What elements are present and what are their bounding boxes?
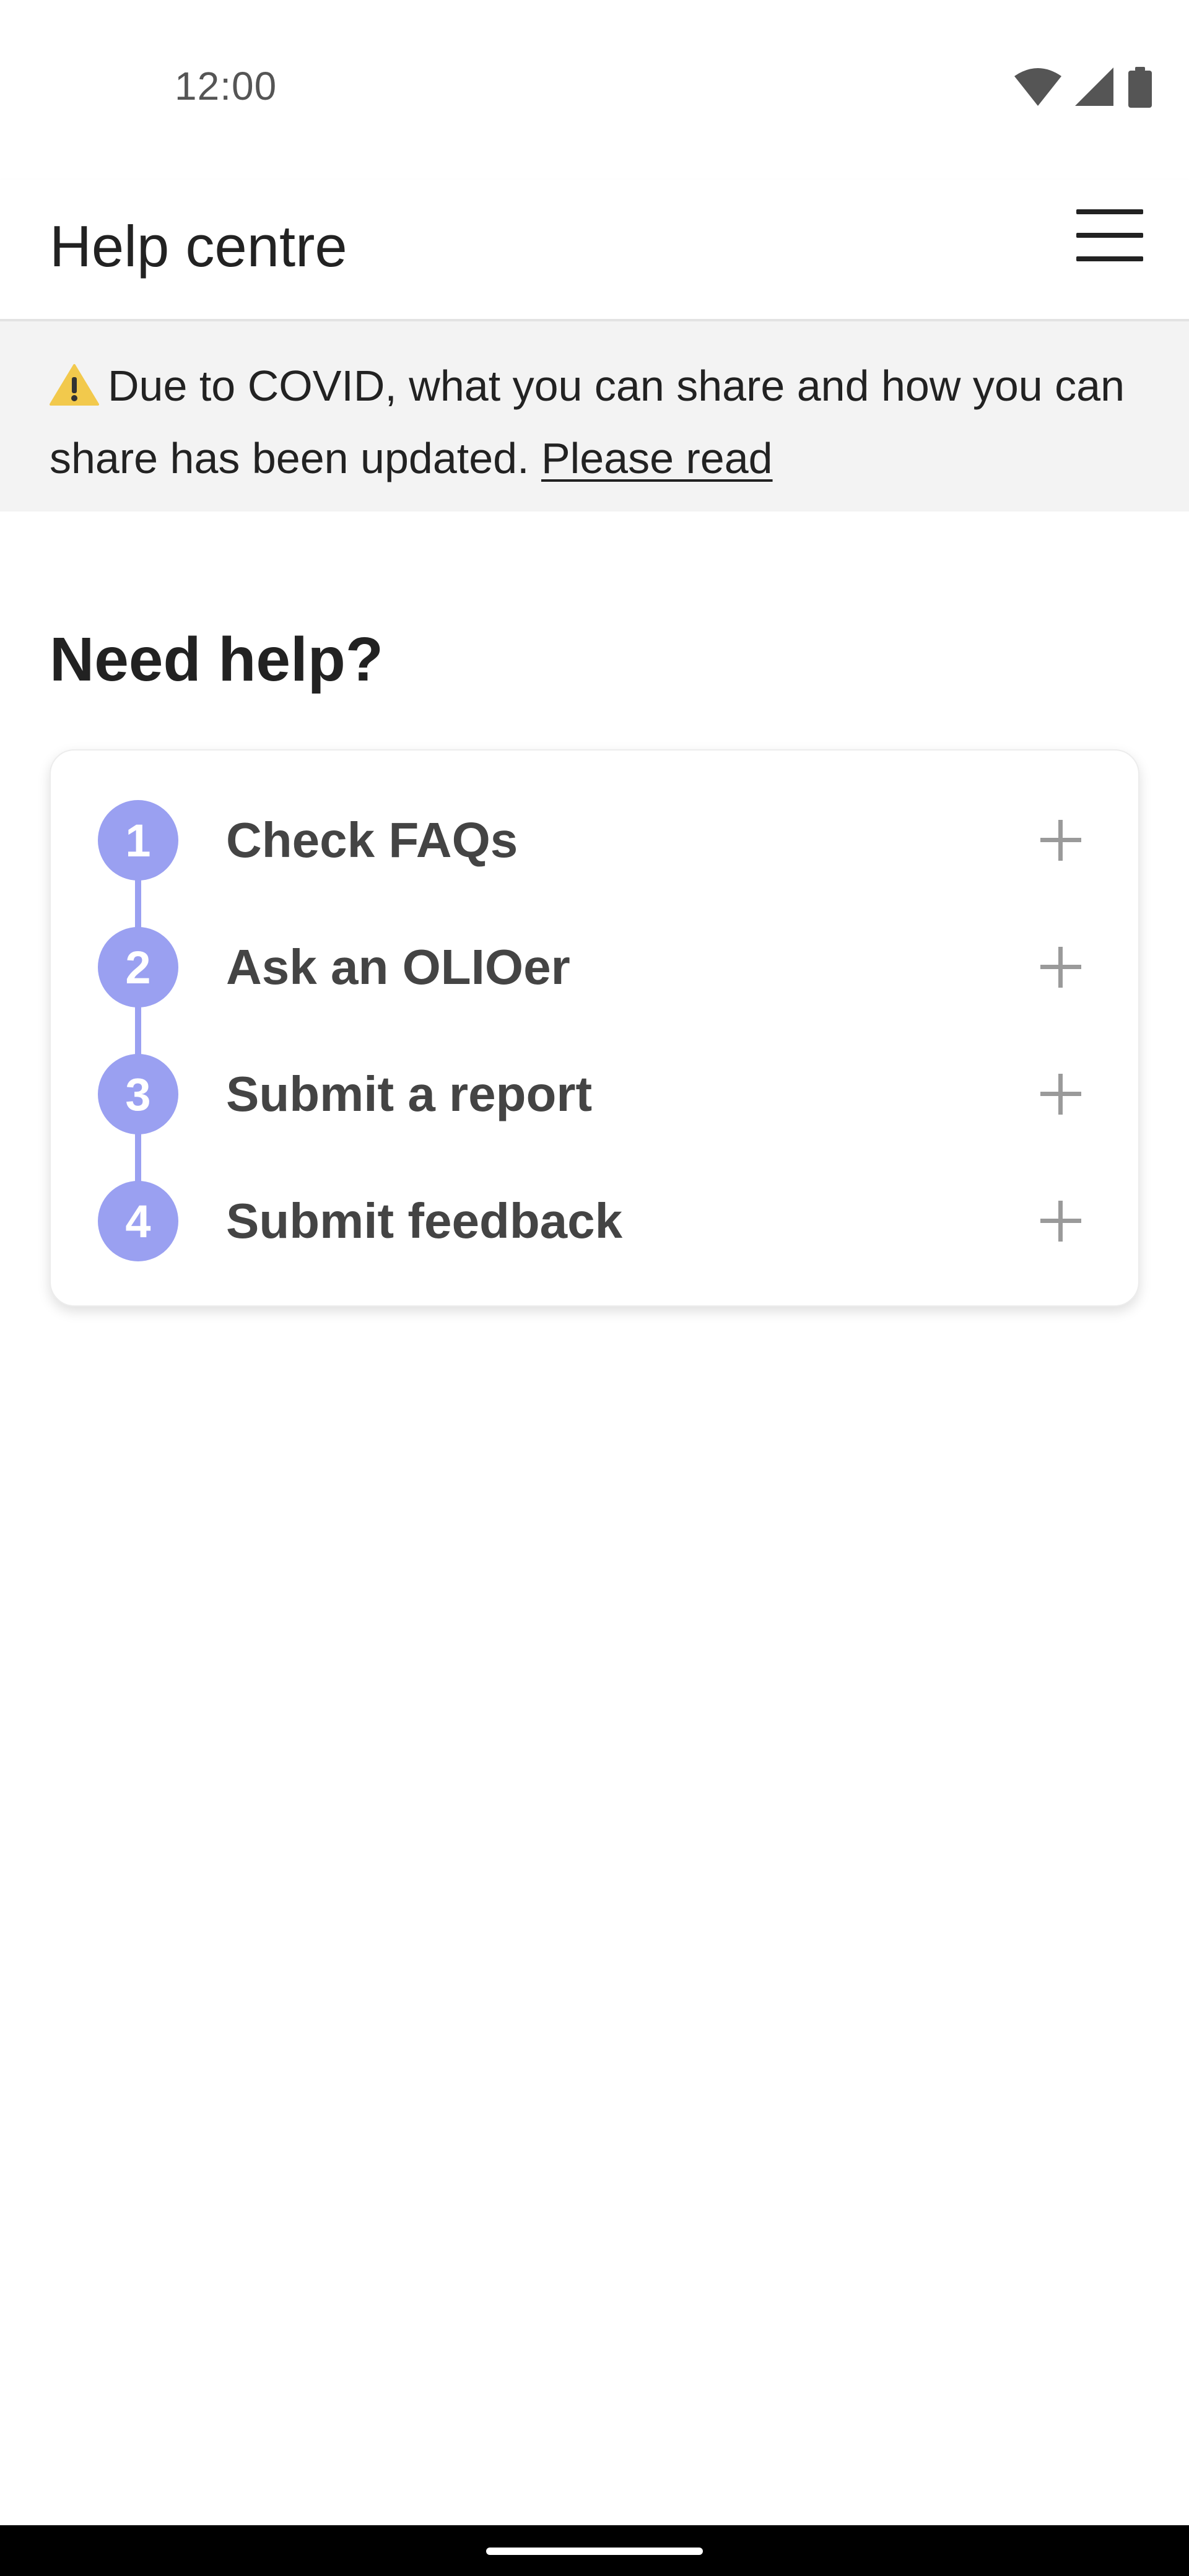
step-number-badge: 2 — [98, 927, 178, 1007]
plus-icon[interactable] — [1040, 1201, 1081, 1242]
step-label: Submit a report — [226, 1066, 593, 1121]
hamburger-menu-icon[interactable] — [1076, 204, 1144, 266]
step-label: Check FAQs — [226, 812, 518, 868]
app-bar: Help centre — [0, 180, 1189, 321]
step-row-check-faqs[interactable]: 1 Check FAQs — [51, 785, 1141, 896]
plus-icon[interactable] — [1040, 947, 1081, 988]
plus-icon[interactable] — [1040, 1074, 1081, 1115]
section-title: Need help? — [50, 625, 383, 694]
status-bar: 12:00 — [0, 0, 1189, 180]
menu-bar-middle — [1076, 233, 1143, 238]
step-row-ask-an-olioer[interactable]: 2 Ask an OLIOer — [51, 912, 1141, 1023]
covid-banner: Due to COVID, what you can share and how… — [0, 321, 1189, 511]
step-label: Ask an OLIOer — [226, 939, 570, 994]
page-title: Help centre — [50, 214, 347, 279]
battery-icon — [1128, 67, 1152, 108]
step-number-badge: 1 — [98, 800, 178, 881]
step-row-submit-a-report[interactable]: 3 Submit a report — [51, 1038, 1141, 1150]
wifi-icon — [1014, 67, 1061, 107]
status-time: 12:00 — [175, 64, 277, 108]
step-label: Submit feedback — [226, 1193, 623, 1248]
navigation-bar — [0, 2525, 1189, 2576]
help-steps-card: 1 Check FAQs 2 Ask an OLIOer 3 Submit a … — [50, 749, 1139, 1307]
cell-signal-icon — [1075, 67, 1115, 107]
step-number-badge: 4 — [98, 1181, 178, 1261]
menu-bar-top — [1076, 209, 1143, 214]
plus-icon[interactable] — [1040, 820, 1081, 861]
home-indicator[interactable] — [486, 2548, 703, 2555]
step-number-badge: 3 — [98, 1054, 178, 1134]
status-icons — [1014, 67, 1152, 108]
menu-bar-bottom — [1076, 256, 1143, 261]
step-row-submit-feedback[interactable]: 4 Submit feedback — [51, 1165, 1141, 1277]
warning-icon — [50, 357, 99, 425]
please-read-link[interactable]: Please read — [541, 434, 773, 482]
step-connector-line — [135, 840, 141, 1221]
